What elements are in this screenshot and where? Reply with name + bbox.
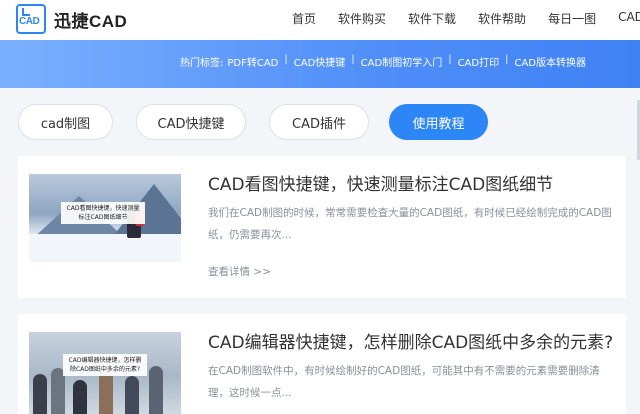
- hot-tags-banner: 热门标签: PDF转CAD | CAD快捷键 | CAD制图初学入门 | CAD…: [0, 40, 640, 88]
- article-description: 我们在CAD制图的时候，常常需要检查大量的CAD图纸，有时候已经绘制完成的CAD…: [208, 207, 612, 241]
- tab-cad-plugins[interactable]: CAD插件: [269, 104, 369, 140]
- read-more-link[interactable]: 查看详情 >>: [208, 264, 271, 279]
- tab-cad-shortcuts[interactable]: CAD快捷键: [136, 104, 246, 140]
- tag-separator: |: [284, 54, 288, 65]
- tab-cad-drawing[interactable]: cad制图: [18, 104, 113, 140]
- tab-tutorials[interactable]: 使用教程: [389, 104, 488, 140]
- tag-separator: |: [448, 54, 452, 65]
- nav-cad[interactable]: CAD: [618, 10, 640, 27]
- cad-logo-icon: CAD: [16, 4, 46, 34]
- tag-cad-shortcuts[interactable]: CAD快捷键: [294, 54, 346, 69]
- hot-tags-label: 热门标签:: [180, 58, 224, 69]
- top-header: CAD 迅捷CAD 首页 软件购买 软件下载 软件帮助 每日一图 CAD: [0, 0, 640, 40]
- nav-download[interactable]: 软件下载: [408, 10, 456, 27]
- article-title[interactable]: CAD看图快捷键，快速测量标注CAD图纸细节: [208, 170, 553, 195]
- nav-daily[interactable]: 每日一图: [548, 10, 596, 27]
- article-title[interactable]: CAD编辑器快捷键，怎样删除CAD图纸中多余的元素?: [208, 328, 613, 353]
- tag-cad-print[interactable]: CAD打印: [458, 54, 500, 69]
- logo-text: 迅捷CAD: [54, 11, 128, 31]
- thumbnail-caption: CAD看图快捷键，快速测量标注CAD图纸细节: [61, 202, 145, 224]
- category-tabs: cad制图 CAD快捷键 CAD插件 使用教程: [18, 104, 511, 140]
- tag-cad-beginner[interactable]: CAD制图初学入门: [361, 54, 443, 69]
- tag-pdf-to-cad[interactable]: PDF转CAD: [227, 54, 278, 69]
- nav-help[interactable]: 软件帮助: [478, 10, 526, 27]
- article-card: CAD看图快捷键，快速测量标注CAD图纸细节 CAD看图快捷键，快速测量标注CA…: [18, 156, 626, 298]
- main-nav: 首页 软件购买 软件下载 软件帮助 每日一图 CAD: [292, 10, 640, 27]
- article-card: CAD编辑器快捷键，怎样删除CAD图纸中多余的元素? CAD编辑器快捷键，怎样删…: [18, 314, 626, 414]
- article-thumbnail[interactable]: CAD编辑器快捷键，怎样删除CAD图纸中多余的元素?: [29, 332, 181, 414]
- tag-cad-version-converter[interactable]: CAD版本转换器: [514, 54, 586, 69]
- nav-buy[interactable]: 软件购买: [338, 10, 386, 27]
- tag-separator: |: [351, 54, 355, 65]
- nav-home[interactable]: 首页: [292, 10, 316, 27]
- article-thumbnail[interactable]: CAD看图快捷键，快速测量标注CAD图纸细节: [29, 174, 181, 262]
- site-logo[interactable]: CAD 迅捷CAD: [16, 4, 127, 34]
- article-description: 在CAD制图软件中，有时候绘制好的CAD图纸，可能其中有不需要的元素需要删除清理…: [208, 365, 600, 399]
- hot-tags: 热门标签: PDF转CAD | CAD快捷键 | CAD制图初学入门 | CAD…: [180, 54, 586, 69]
- tag-separator: |: [505, 54, 509, 65]
- thumbnail-caption: CAD编辑器快捷键，怎样删除CAD图纸中多余的元素?: [63, 354, 147, 376]
